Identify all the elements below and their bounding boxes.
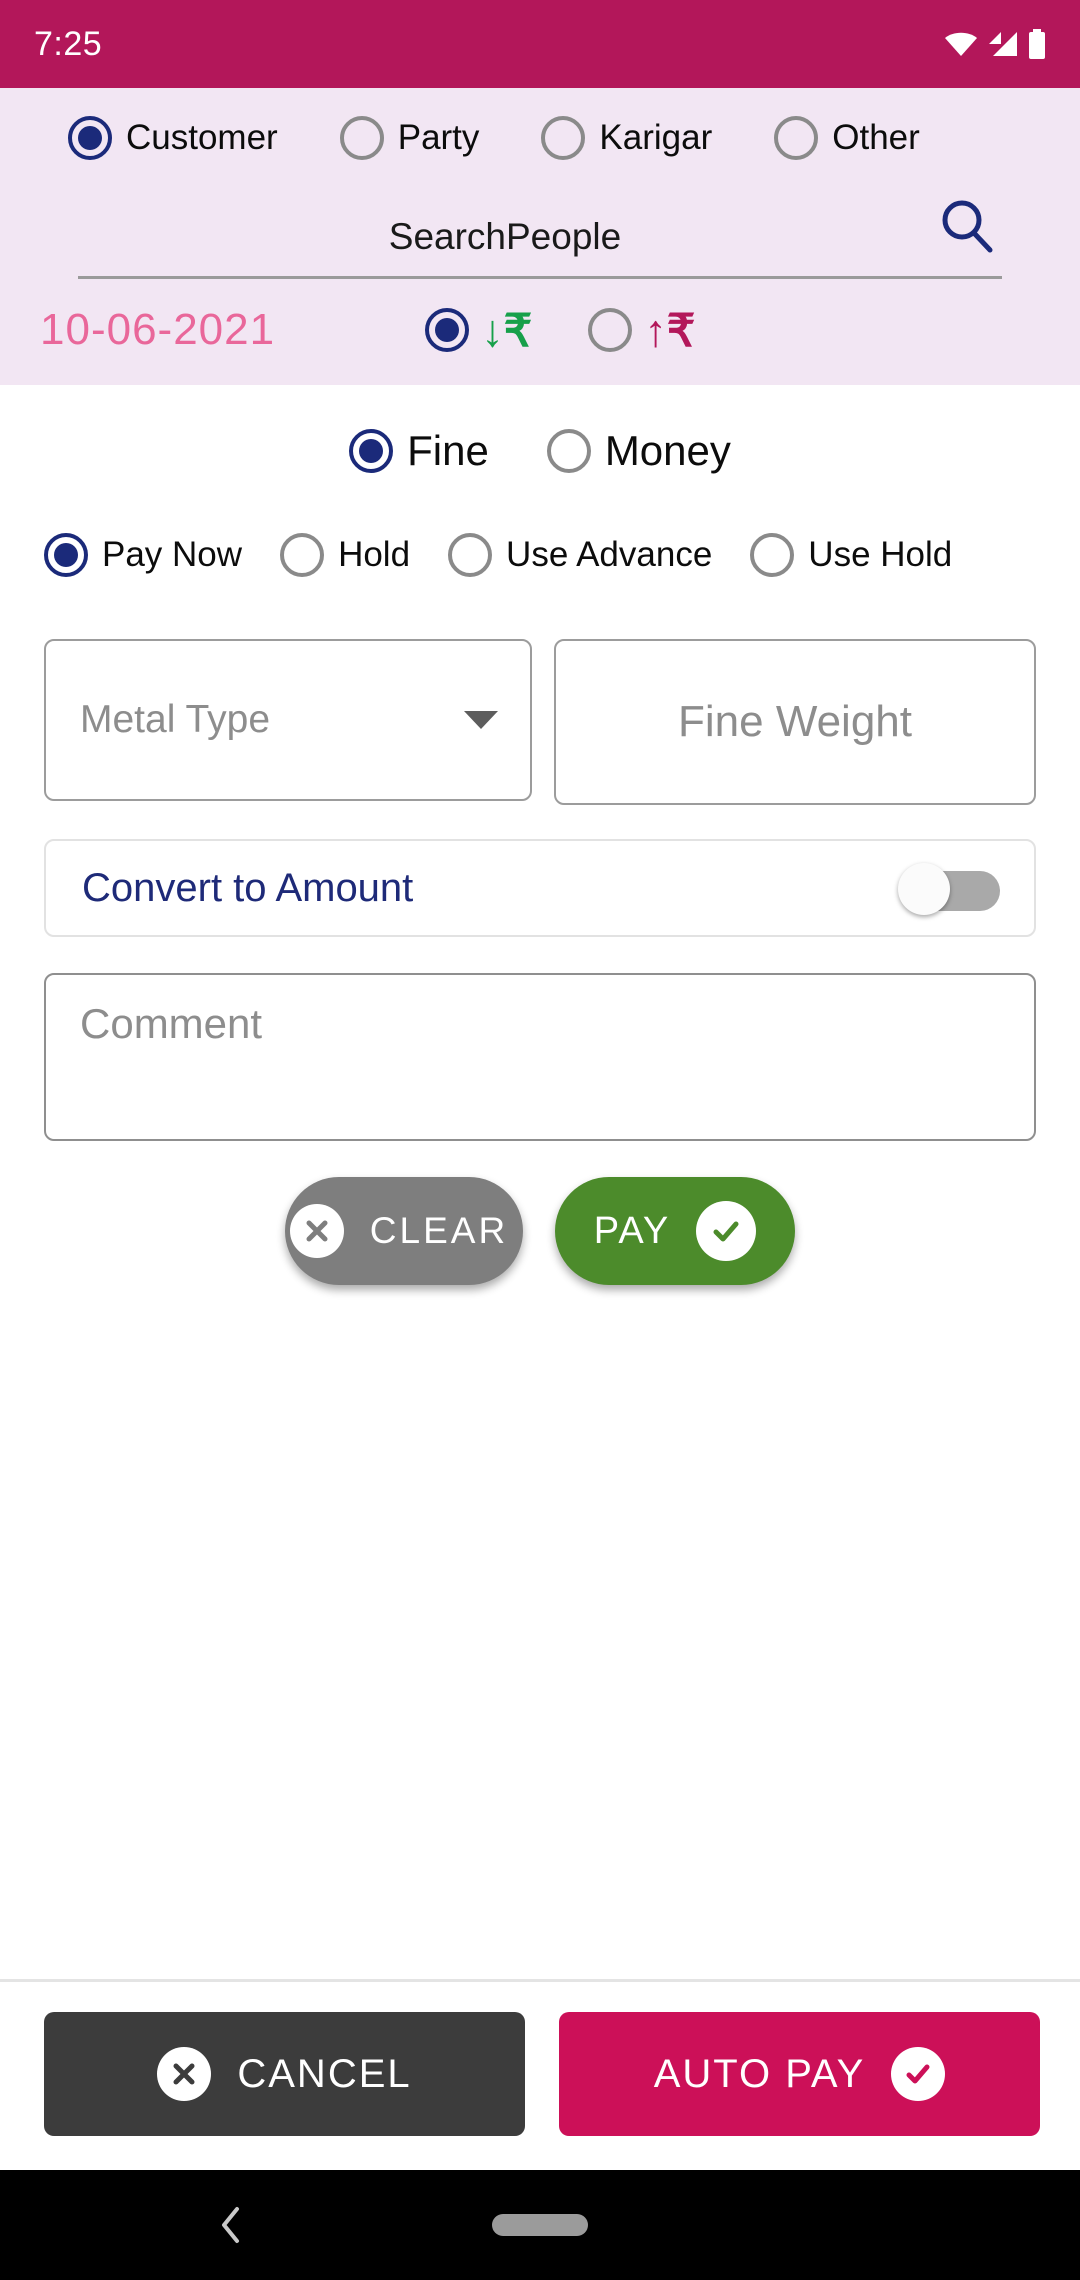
status-icons <box>944 29 1046 59</box>
radio-indicator[interactable] <box>339 116 384 160</box>
radio-person-type-party[interactable]: Party <box>339 116 480 160</box>
field-row: Metal Type Fine Weight <box>0 585 1080 805</box>
search-row <box>78 192 1002 279</box>
arrow-down-rupee-icon: ↓₹ <box>481 304 533 356</box>
person-type-radio-group: Customer Party Karigar Other <box>0 96 1080 174</box>
radio-indicator[interactable] <box>280 533 325 577</box>
cancel-button-label: CANCEL <box>237 2051 412 2096</box>
metal-type-label: Metal Type <box>80 698 271 741</box>
comment-input[interactable] <box>80 1001 1000 1094</box>
search-input[interactable] <box>78 216 932 262</box>
radio-person-type-customer[interactable]: Customer <box>68 116 278 160</box>
clear-button-label: CLEAR <box>369 1210 509 1251</box>
header-panel: Customer Party Karigar Other SearchPeopl… <box>0 88 1080 385</box>
radio-person-type-karigar[interactable]: Karigar <box>541 116 712 160</box>
wifi-icon <box>944 31 978 57</box>
date-direction-row: 10-06-2021 ↓₹ ↑₹ <box>0 279 1080 385</box>
radio-payment-mode-use-hold[interactable]: Use Hold <box>750 533 952 577</box>
radio-direction-in[interactable]: ↓₹ <box>425 308 532 353</box>
auto-pay-button-label: AUTO PAY <box>653 2051 866 2096</box>
radio-label: Use Advance <box>506 535 713 574</box>
payment-mode-radio-group: Pay Now Hold Use Advance Use Hold <box>0 487 1080 585</box>
close-circle-icon <box>157 2047 212 2101</box>
battery-icon <box>1028 29 1046 59</box>
comment-field[interactable] <box>44 973 1036 1141</box>
cancel-button[interactable]: CANCEL <box>44 2012 525 2136</box>
bottom-action-bar: CANCEL AUTO PAY <box>0 1979 1080 2170</box>
radio-indicator[interactable] <box>425 308 470 352</box>
back-icon[interactable] <box>212 2203 252 2247</box>
radio-indicator[interactable] <box>68 116 112 160</box>
radio-indicator[interactable] <box>774 116 819 160</box>
search-icon <box>937 196 997 259</box>
radio-label: Hold <box>338 535 411 574</box>
fine-weight-field[interactable]: Fine Weight <box>554 639 1036 805</box>
radio-label: Karigar <box>599 118 713 157</box>
radio-payment-mode-hold[interactable]: Hold <box>280 533 410 577</box>
home-indicator[interactable] <box>492 2214 588 2236</box>
radio-direction-out[interactable]: ↑₹ <box>588 308 695 353</box>
close-circle-icon <box>289 1204 344 1258</box>
direction-radio-group: ↓₹ ↑₹ <box>425 308 695 353</box>
status-bar: 7:25 <box>0 0 1080 88</box>
pay-button[interactable]: PAY <box>555 1177 795 1285</box>
signal-icon <box>988 31 1018 57</box>
radio-label: Customer <box>126 118 278 157</box>
radio-label: Other <box>832 118 920 157</box>
radio-label: Party <box>397 118 480 157</box>
radio-indicator[interactable] <box>349 429 394 473</box>
convert-to-amount-row[interactable]: Convert to Amount <box>44 839 1036 937</box>
android-nav-bar <box>0 2170 1080 2280</box>
convert-to-amount-toggle[interactable] <box>898 863 1000 915</box>
convert-to-amount-label: Convert to Amount <box>82 865 414 910</box>
check-circle-icon <box>696 1201 757 1261</box>
status-time: 7:25 <box>34 24 103 63</box>
action-row: CLEAR PAY <box>0 1141 1080 1285</box>
arrow-up-rupee-icon: ↑₹ <box>644 304 696 356</box>
radio-entry-type-money[interactable]: Money <box>546 427 731 475</box>
check-circle-icon <box>891 2047 946 2101</box>
radio-indicator[interactable] <box>541 116 586 160</box>
radio-indicator[interactable] <box>448 533 493 577</box>
toggle-knob <box>898 863 950 915</box>
pay-button-label: PAY <box>593 1209 671 1252</box>
fine-weight-label: Fine Weight <box>678 697 912 746</box>
radio-label: Pay Now <box>102 535 243 574</box>
radio-payment-mode-use-advance[interactable]: Use Advance <box>448 533 712 577</box>
radio-payment-mode-pay-now[interactable]: Pay Now <box>44 533 242 577</box>
radio-label: Use Hold <box>808 535 953 574</box>
date-value[interactable]: 10-06-2021 <box>40 305 275 355</box>
app-screen: 7:25 Customer Party Karigar Other Search… <box>0 0 1080 2280</box>
metal-type-dropdown[interactable]: Metal Type <box>44 639 532 801</box>
radio-label: Fine <box>407 427 489 474</box>
form-body: Fine Money Pay Now Hold Use Advance Use … <box>0 385 1080 1979</box>
radio-person-type-other[interactable]: Other <box>774 116 920 160</box>
radio-indicator[interactable] <box>546 429 591 473</box>
radio-indicator[interactable] <box>750 533 795 577</box>
chevron-down-icon <box>464 711 498 729</box>
radio-entry-type-fine[interactable]: Fine <box>349 427 489 475</box>
clear-button[interactable]: CLEAR <box>285 1177 523 1285</box>
auto-pay-button[interactable]: AUTO PAY <box>559 2012 1040 2136</box>
search-button[interactable] <box>932 192 1002 262</box>
radio-indicator[interactable] <box>588 308 633 352</box>
radio-label: Money <box>604 427 731 474</box>
radio-indicator[interactable] <box>44 533 88 577</box>
entry-type-radio-group: Fine Money <box>0 385 1080 487</box>
